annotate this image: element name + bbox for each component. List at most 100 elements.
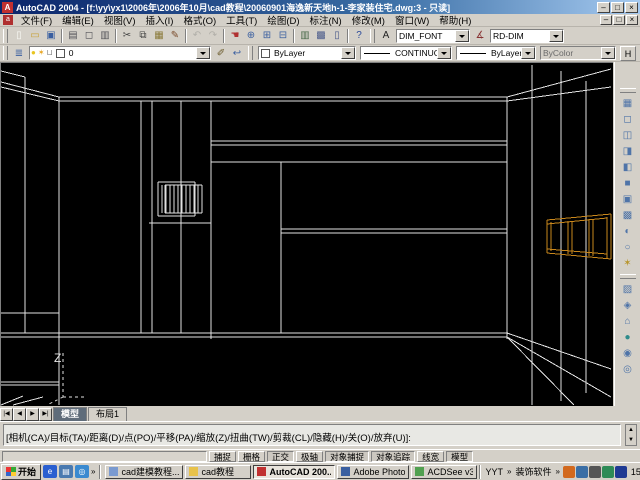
status-model-button[interactable]: 模型 — [446, 450, 474, 462]
zoom-previous-icon[interactable]: ⊟ — [275, 28, 291, 43]
image-icon[interactable]: ▨ — [618, 282, 637, 298]
taskbar-toolbar-decor[interactable]: 装饰软件 — [513, 465, 553, 478]
start-button[interactable]: 开始 — [1, 463, 42, 480]
task-photoshop[interactable]: Adobe Photo... — [337, 464, 410, 479]
status-ortho-button[interactable]: 正交 — [267, 450, 295, 462]
designcenter-icon[interactable]: ▩ — [313, 28, 329, 43]
cut-icon[interactable]: ✂ — [119, 28, 135, 43]
zoom-window-icon[interactable]: ⊞ — [259, 28, 275, 43]
scroll-up-icon[interactable]: ▲ — [626, 425, 636, 435]
toolbar-grip[interactable] — [619, 88, 636, 93]
tab-nav-last[interactable]: ▶| — [39, 408, 52, 421]
close-button[interactable]: × — [625, 1, 638, 13]
gouraud-shaded-icon[interactable]: ■ — [618, 176, 637, 192]
task-acdsee[interactable]: ACDSee v3.1... — [411, 464, 478, 479]
scroll-down-icon[interactable]: ▼ — [626, 435, 636, 445]
tool-palettes-icon[interactable]: ▯ — [329, 28, 345, 43]
landscape-icon[interactable]: ◉ — [618, 346, 637, 362]
tray-icon-1[interactable] — [562, 465, 575, 478]
drawing-viewport[interactable]: Z — [0, 62, 613, 406]
tab-nav-first[interactable]: |◀ — [0, 408, 13, 421]
flat-shaded-edges-icon[interactable]: ▣ — [618, 192, 637, 208]
help-icon[interactable]: ? — [351, 28, 367, 43]
copy-icon[interactable]: ⧉ — [135, 28, 151, 43]
status-grid-button[interactable]: 栅格 — [238, 450, 266, 462]
properties-icon[interactable]: ▥ — [297, 28, 313, 43]
flat-shaded-icon[interactable]: ◧ — [618, 160, 637, 176]
ql-media-player-icon[interactable]: ◎ — [75, 465, 90, 478]
chevron-down-icon[interactable] — [521, 47, 535, 59]
plot-icon[interactable]: ▤ — [65, 28, 81, 43]
menu-dimension[interactable]: 标注(N) — [305, 13, 347, 27]
task-cad-tutorial-folder[interactable]: cad教程 — [185, 464, 252, 479]
dim-style-combo[interactable]: RD-DIM — [490, 28, 564, 43]
gouraud-shaded-edges-icon[interactable]: ▩ — [618, 208, 637, 224]
status-snap-button[interactable]: 捕捉 — [209, 450, 237, 462]
menu-format[interactable]: 格式(O) — [178, 13, 221, 27]
zoom-realtime-icon[interactable]: ⊕ — [243, 28, 259, 43]
match-properties-icon[interactable]: ✎ — [167, 28, 183, 43]
light-icon[interactable]: ✶ — [618, 256, 637, 272]
menu-help[interactable]: 帮助(H) — [434, 13, 476, 27]
menu-modify[interactable]: 修改(M) — [347, 13, 390, 27]
taskbar-toolbar-yyt[interactable]: YYT — [483, 467, 505, 477]
command-input-area[interactable]: [相机(CA)/目标(TA)/距离(D)/点(PO)/平移(PA)/缩放(Z)/… — [3, 424, 621, 446]
publish-icon[interactable]: ▥ — [97, 28, 113, 43]
layer-previous-icon[interactable]: ↩ — [229, 45, 245, 61]
doc-minimize-button[interactable]: – — [600, 15, 612, 25]
tray-icon-3[interactable] — [588, 465, 601, 478]
2d-wireframe-icon[interactable]: ◻ — [618, 112, 637, 128]
tray-icon-5[interactable] — [614, 465, 627, 478]
scene-icon[interactable]: ○ — [618, 240, 637, 256]
status-osnap-button[interactable]: 对象捕捉 — [325, 450, 370, 462]
chevron-down-icon[interactable] — [549, 29, 563, 42]
tray-icon-2[interactable] — [575, 465, 588, 478]
background-icon[interactable]: ⌂ — [618, 314, 637, 330]
render-preferences-icon[interactable]: ◎ — [618, 362, 637, 378]
status-lineweight-button[interactable]: 线宽 — [417, 450, 445, 462]
restore-button[interactable]: □ — [611, 1, 624, 13]
status-polar-button[interactable]: 极轴 — [296, 450, 324, 462]
command-scrollbar[interactable]: ▲ ▼ — [625, 424, 637, 446]
lineweight-combo[interactable]: ByLayer — [456, 46, 536, 60]
status-otrack-button[interactable]: 对象追踪 — [371, 450, 416, 462]
text-style-icon[interactable]: A — [378, 28, 394, 43]
task-cad-modeling-tutorial[interactable]: cad建模教程... — [105, 464, 184, 479]
doc-restore-button[interactable]: □ — [613, 15, 625, 25]
docked-toolbar-fragment-icon[interactable]: H — [620, 46, 636, 61]
materials-icon[interactable]: ◈ — [618, 298, 637, 314]
hidden-mode-icon[interactable]: ◨ — [618, 144, 637, 160]
task-autocad[interactable]: AutoCAD 200... — [253, 464, 336, 479]
toolbar-grip[interactable] — [248, 46, 253, 60]
menu-draw[interactable]: 绘图(D) — [262, 13, 304, 27]
text-style-combo[interactable]: DIM_FONT — [396, 28, 470, 43]
tab-nav-next[interactable]: ▶ — [26, 408, 39, 421]
menu-file[interactable]: 文件(F) — [16, 13, 57, 27]
tab-model[interactable]: 模型 — [53, 407, 88, 421]
toolbar-grip[interactable] — [370, 28, 375, 43]
toolbar-grip[interactable] — [3, 28, 8, 43]
yyt-chevron-icon[interactable]: » — [505, 467, 513, 476]
doc-close-button[interactable]: × — [626, 15, 638, 25]
new-icon[interactable]: ▯ — [11, 28, 27, 43]
3d-wireframe-icon[interactable]: ◫ — [618, 128, 637, 144]
paste-icon[interactable]: ▦ — [151, 28, 167, 43]
make-layer-current-icon[interactable]: ✐ — [213, 45, 229, 61]
tab-nav-prev[interactable]: ◀ — [13, 408, 26, 421]
toolbar-grip[interactable] — [619, 274, 636, 279]
menu-edit[interactable]: 编辑(E) — [57, 13, 99, 27]
render-icon[interactable]: ◐ — [618, 224, 637, 240]
ql-internet-explorer-icon[interactable]: e — [43, 465, 58, 478]
menu-insert[interactable]: 插入(I) — [140, 13, 178, 27]
tab-layout1[interactable]: 布局1 — [88, 407, 128, 421]
layer-combo[interactable]: ● ✶ ⊔ 0 — [29, 46, 211, 60]
ql-show-desktop-icon[interactable]: ▤ — [59, 465, 74, 478]
chevron-down-icon[interactable] — [437, 47, 451, 59]
save-icon[interactable]: ▣ — [43, 28, 59, 43]
toolbar-grip[interactable] — [3, 46, 8, 60]
hide-icon[interactable]: ▦ — [618, 96, 637, 112]
minimize-button[interactable]: – — [597, 1, 610, 13]
quick-launch-chevron-icon[interactable]: » — [89, 467, 97, 476]
chevron-down-icon[interactable] — [196, 47, 210, 59]
chevron-down-icon[interactable] — [601, 47, 615, 59]
